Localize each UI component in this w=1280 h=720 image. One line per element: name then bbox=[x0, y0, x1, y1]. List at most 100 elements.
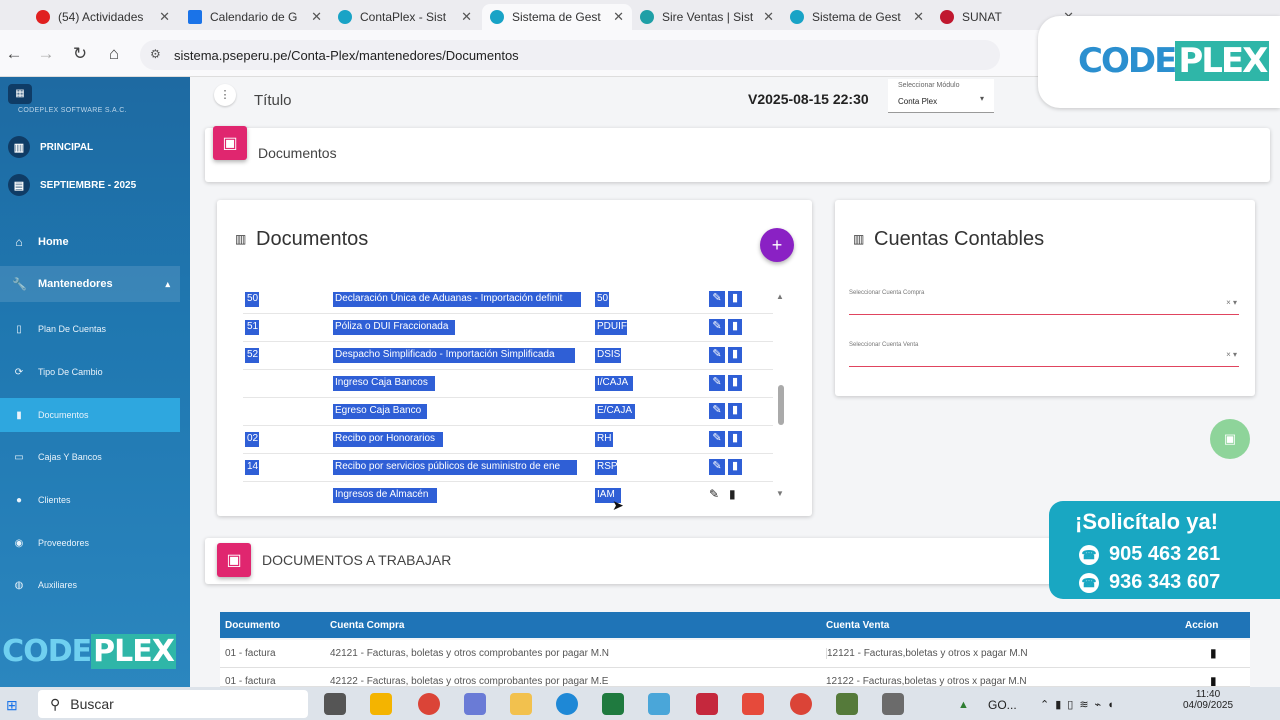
table-row[interactable]: 52 Despacho Simplificado - Importación Si… bbox=[243, 342, 773, 370]
close-icon[interactable]: ✕ bbox=[913, 9, 924, 25]
version-label: V2025-08-15 22:30 bbox=[748, 91, 869, 107]
excel-icon[interactable] bbox=[602, 693, 624, 715]
delete-icon[interactable]: ▮ bbox=[1210, 646, 1217, 660]
home-icon: ⌂ bbox=[15, 235, 23, 249]
taskbar-clock[interactable]: 11:40 04/09/2025 bbox=[1178, 689, 1238, 711]
section-documents-icon: ▣ bbox=[217, 543, 251, 577]
browser-tab[interactable]: Sire Ventas | Sist ✕ bbox=[632, 4, 782, 30]
delete-icon[interactable]: ▮ bbox=[728, 459, 742, 475]
delete-icon[interactable]: ▮ bbox=[729, 487, 736, 501]
table-row[interactable]: 02 Recibo por Honorarios RH ✎ ▮ bbox=[243, 426, 773, 454]
taskbar-search[interactable]: ⚲ Buscar bbox=[38, 690, 308, 718]
scroll-down-icon[interactable]: ▼ bbox=[776, 489, 784, 498]
table-row[interactable]: 01 - factura 42122 - Facturas, boletas y… bbox=[220, 668, 1250, 687]
delete-icon[interactable]: ▮ bbox=[1210, 674, 1217, 686]
delete-icon[interactable]: ▮ bbox=[728, 403, 742, 419]
tray-app-label[interactable]: GO... bbox=[988, 698, 1017, 712]
edit-icon[interactable]: ✎ bbox=[709, 403, 725, 419]
sidebar-item-period[interactable]: ▤ SEPTIEMBRE - 2025 bbox=[0, 172, 190, 198]
sidebar-item-mantenedores[interactable]: 🔧 Mantenedores ▴ bbox=[0, 266, 180, 302]
app-icon[interactable] bbox=[882, 693, 904, 715]
home-icon[interactable]: ⌂ bbox=[104, 44, 124, 64]
back-icon[interactable]: ← bbox=[4, 44, 24, 64]
table-row[interactable]: 50 Declaración Única de Aduanas - Importa… bbox=[243, 286, 773, 314]
save-button[interactable]: ▣ bbox=[1210, 419, 1250, 459]
edit-icon[interactable]: ✎ bbox=[709, 431, 725, 447]
sidebar-item-home[interactable]: ⌂ Home bbox=[0, 228, 190, 256]
sidebar-item-proveedores[interactable]: ◉ Proveedores bbox=[0, 526, 180, 560]
app-icon[interactable] bbox=[696, 693, 718, 715]
sidebar-item-documentos[interactable]: ▮ Documentos bbox=[0, 398, 180, 432]
sidebar-item-auxiliares[interactable]: ◍ Auxiliares bbox=[0, 568, 180, 602]
delete-icon[interactable]: ▮ bbox=[728, 319, 742, 335]
table-row[interactable]: Ingreso Caja Bancos I/CAJA ✎ ▮ bbox=[243, 370, 773, 398]
cuenta-venta-select[interactable]: Seleccionar Cuenta Venta × ▾ bbox=[849, 339, 1239, 367]
exchange-icon: ⟳ bbox=[14, 366, 24, 378]
edit-icon[interactable]: ✎ bbox=[709, 375, 725, 391]
delete-icon[interactable]: ▮ bbox=[728, 431, 742, 447]
more-options-icon[interactable]: ⋮ bbox=[214, 84, 236, 106]
edit-icon[interactable]: ✎ bbox=[709, 459, 725, 475]
chrome-icon[interactable] bbox=[418, 693, 440, 715]
close-icon[interactable]: ✕ bbox=[311, 9, 322, 25]
folder-icon[interactable] bbox=[510, 693, 532, 715]
calendar-icon: ▤ bbox=[8, 174, 30, 196]
sidebar-item-tipo-de-cambio[interactable]: ⟳ Tipo De Cambio bbox=[0, 355, 180, 389]
users-icon: ● bbox=[15, 494, 23, 506]
close-icon[interactable]: ✕ bbox=[461, 9, 472, 25]
forward-icon[interactable]: → bbox=[36, 44, 56, 64]
edit-icon[interactable]: ✎ bbox=[709, 347, 725, 363]
sidebar-item-principal[interactable]: ▥ PRINCIPAL bbox=[0, 134, 190, 160]
section-title: Documentos bbox=[258, 145, 337, 161]
browser-tab[interactable]: ContaPlex - Sist ✕ bbox=[330, 4, 480, 30]
close-icon[interactable]: ✕ bbox=[613, 9, 624, 25]
document-icon: ▯ bbox=[16, 323, 22, 335]
tab-favicon-icon bbox=[490, 10, 504, 24]
page-title: Título bbox=[254, 92, 292, 109]
table-row[interactable]: Egreso Caja Banco E/CAJA ✎ ▮ bbox=[243, 398, 773, 426]
delete-icon[interactable]: ▮ bbox=[728, 375, 742, 391]
reload-icon[interactable]: ↻ bbox=[70, 44, 90, 64]
cuenta-compra-select[interactable]: Seleccionar Cuenta Compra × ▾ bbox=[849, 287, 1239, 315]
scrollbar-thumb[interactable] bbox=[778, 385, 784, 425]
table-row[interactable]: 14 Recibo por servicios públicos de sumin… bbox=[243, 454, 773, 482]
app-icon[interactable] bbox=[648, 693, 670, 715]
url-input[interactable]: sistema.pseperu.pe/Conta-Plex/mantenedor… bbox=[140, 40, 1000, 70]
module-select[interactable]: Seleccionar Módulo Conta Plex ▾ bbox=[888, 79, 994, 113]
table-row[interactable]: Ingresos de Almacén IAM ✎ ▮ bbox=[243, 482, 773, 510]
close-icon[interactable]: ✕ bbox=[159, 9, 170, 25]
task-view-icon[interactable] bbox=[324, 693, 346, 715]
app-icon[interactable] bbox=[464, 693, 486, 715]
store-icon[interactable] bbox=[370, 693, 392, 715]
edit-icon[interactable]: ✎ bbox=[709, 291, 725, 307]
edit-icon[interactable]: ✎ bbox=[709, 487, 719, 501]
bank-icon: ▭ bbox=[14, 451, 24, 463]
browser-tab[interactable]: Calendario de G ✕ bbox=[180, 4, 330, 30]
delete-icon[interactable]: ▮ bbox=[728, 291, 742, 307]
app-icon[interactable] bbox=[836, 693, 858, 715]
sidebar-item-plan-de-cuentas[interactable]: ▯ Plan De Cuentas bbox=[0, 312, 180, 346]
browser-tab-active[interactable]: Sistema de Gest ✕ bbox=[482, 4, 632, 30]
table-row[interactable]: 51 Póliza o DUI Fraccionada PDUIF ✎ ▮ bbox=[243, 314, 773, 342]
section-header-card bbox=[205, 128, 1270, 182]
codeplex-sidebar-logo: CODE PLEX bbox=[2, 633, 176, 669]
add-document-button[interactable]: + bbox=[760, 228, 794, 262]
clear-dropdown-icon: × ▾ bbox=[1226, 298, 1237, 307]
windows-start-icon[interactable]: ⊞ bbox=[6, 697, 18, 714]
table-row[interactable]: 01 - factura 42121 - Facturas, boletas y… bbox=[220, 640, 1250, 668]
browser-tab[interactable]: (54) Actividades ✕ bbox=[28, 4, 178, 30]
site-settings-icon[interactable]: ⚙ bbox=[150, 47, 161, 61]
sidebar-item-clientes[interactable]: ● Clientes bbox=[0, 483, 180, 517]
anydesk-icon[interactable] bbox=[742, 693, 764, 715]
company-logo-icon: ▦ bbox=[8, 84, 32, 104]
close-icon[interactable]: ✕ bbox=[763, 9, 774, 25]
tab-favicon-icon bbox=[790, 10, 804, 24]
scroll-up-icon[interactable]: ▲ bbox=[776, 292, 784, 301]
system-tray-icons[interactable]: ⌃▮▯≋⌁◖ bbox=[1040, 698, 1120, 711]
edge-icon[interactable] bbox=[556, 693, 578, 715]
edit-icon[interactable]: ✎ bbox=[709, 319, 725, 335]
delete-icon[interactable]: ▮ bbox=[728, 347, 742, 363]
browser-tab[interactable]: Sistema de Gest ✕ bbox=[782, 4, 932, 30]
sidebar-item-cajas-y-bancos[interactable]: ▭ Cajas Y Bancos bbox=[0, 440, 180, 474]
chrome-icon[interactable] bbox=[790, 693, 812, 715]
